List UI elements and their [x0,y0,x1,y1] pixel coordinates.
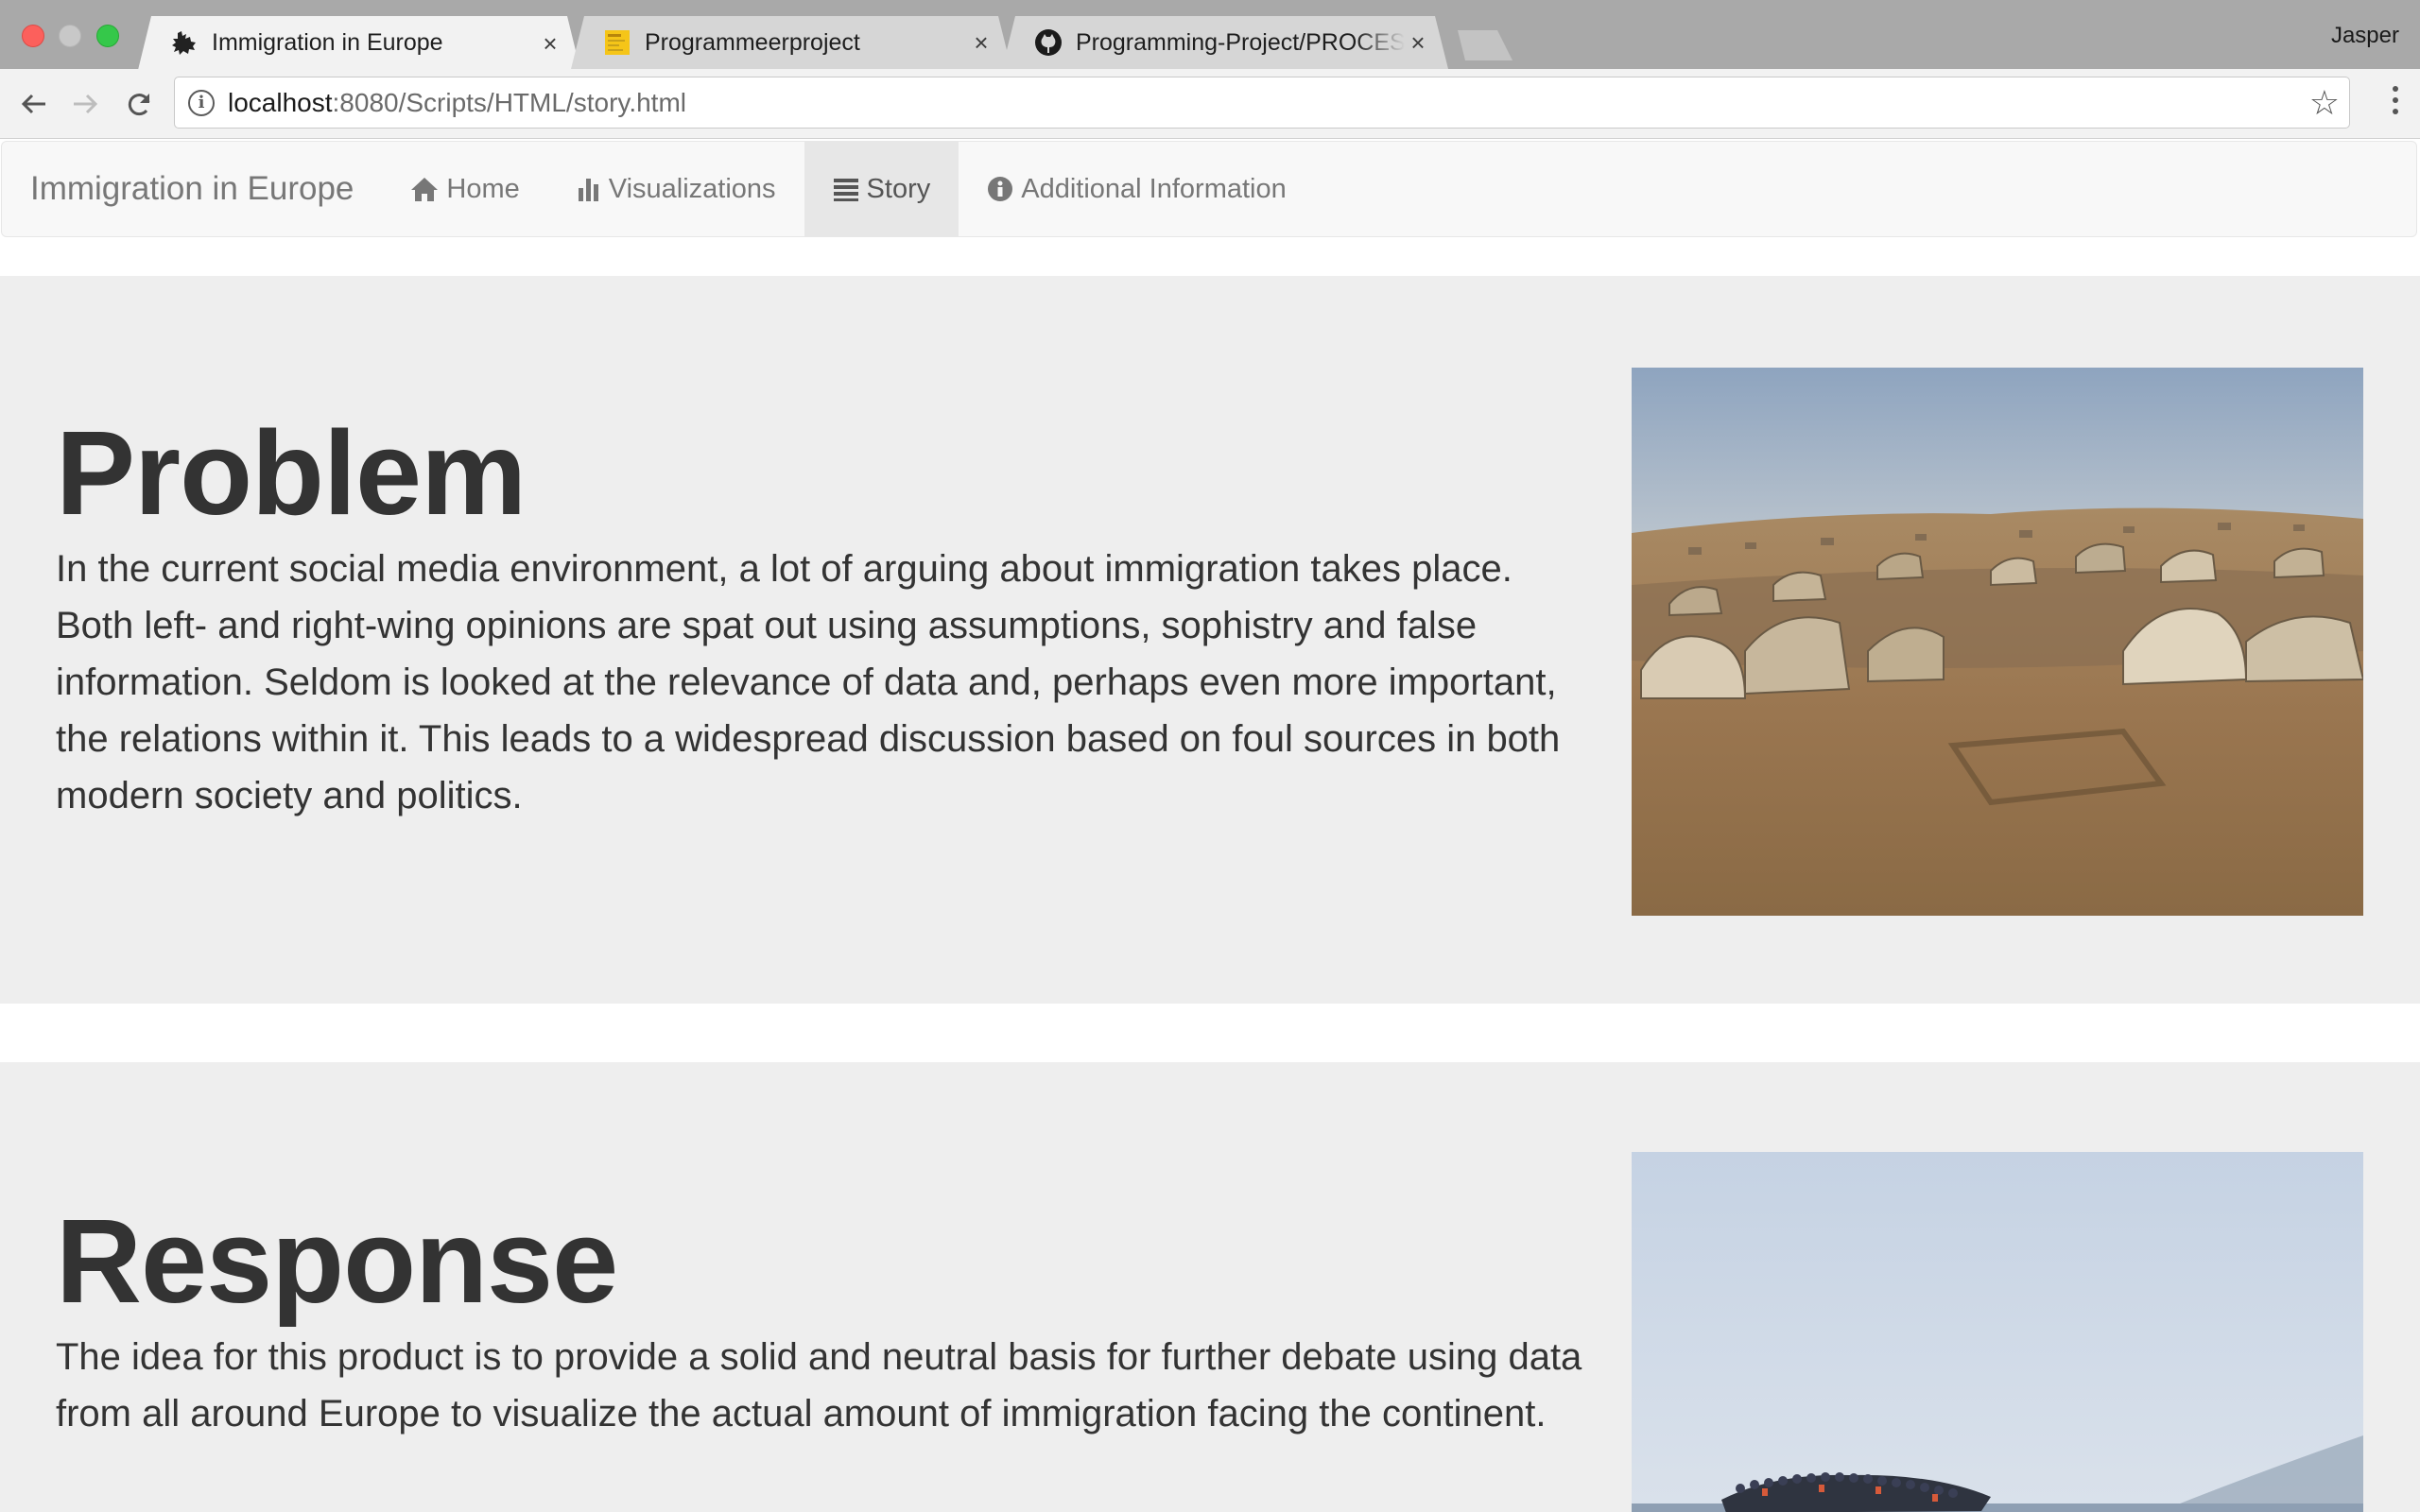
close-tab-icon[interactable]: × [968,29,994,56]
browser-tab-github[interactable]: Programming-Project/PROCESS.md × [1002,16,1448,69]
arrow-left-icon [21,94,45,114]
address-bar[interactable]: i localhost:8080/Scripts/HTML/story.html… [174,77,2350,129]
navbar-brand[interactable]: Immigration in Europe [2,142,382,236]
close-tab-icon[interactable]: × [1405,29,1431,56]
bookmark-star-icon[interactable]: ☆ [2309,85,2340,121]
tab-title: Immigration in Europe [212,29,443,56]
zoom-window-button[interactable] [96,25,119,47]
minimize-window-button[interactable] [59,25,81,47]
github-icon [1034,28,1063,57]
forward-button[interactable] [64,83,106,125]
browser-tab-strip: Immigration in Europe × Programmeerproje… [0,0,2420,69]
back-button[interactable] [13,83,55,125]
europe-map-icon [170,29,199,58]
page-content: Immigration in Europe Home Visualization… [0,139,2420,1512]
browser-menu-icon[interactable] [2392,86,2399,114]
new-tab-button[interactable] [1450,30,1512,60]
refugee-camp-photo [1632,368,2365,916]
profile-name[interactable]: Jasper [2331,23,2399,49]
response-section: Response The idea for this product is to… [0,1062,2420,1512]
migrant-boat-photo [1632,1152,2363,1512]
info-circle-icon [987,176,1013,202]
browser-tab-programmeerproject[interactable]: Programmeerproject × [571,16,1011,69]
url-text[interactable]: localhost:8080/Scripts/HTML/story.html [228,88,686,118]
browser-toolbar: i localhost:8080/Scripts/HTML/story.html… [0,69,2420,139]
close-tab-icon[interactable]: × [537,30,563,57]
nav-item-story[interactable]: Story [804,142,959,236]
reload-button[interactable] [119,83,161,125]
browser-tab-immigration[interactable]: Immigration in Europe × [138,16,580,70]
site-navbar: Immigration in Europe Home Visualization… [1,141,2417,237]
yellow-doc-icon [603,28,631,57]
home-icon [410,176,439,202]
reload-icon [128,94,150,116]
problem-section: Problem In the current social media envi… [0,276,2420,1004]
section-heading: Response [56,1194,618,1328]
section-paragraph: In the current social media environment,… [56,548,1561,816]
section-paragraph: The idea for this product is to provide … [56,1336,1582,1435]
nav-item-label: Additional Information [1021,173,1287,204]
site-info-icon[interactable]: i [188,89,215,116]
nav-item-visualizations[interactable]: Visualizations [548,142,804,236]
arrow-right-icon [74,94,98,114]
nav-item-label: Home [446,173,520,204]
nav-item-home[interactable]: Home [382,142,547,236]
close-window-button[interactable] [22,25,44,47]
tab-title: Programming-Project/PROCESS.md [1076,28,1405,56]
tab-title: Programmeerproject [645,28,860,56]
list-icon [833,177,859,201]
section-heading: Problem [56,406,527,540]
nav-item-label: Visualizations [608,173,776,204]
bar-chart-icon [577,177,601,201]
nav-item-label: Story [866,173,931,204]
nav-item-additional-information[interactable]: Additional Information [959,142,1315,236]
